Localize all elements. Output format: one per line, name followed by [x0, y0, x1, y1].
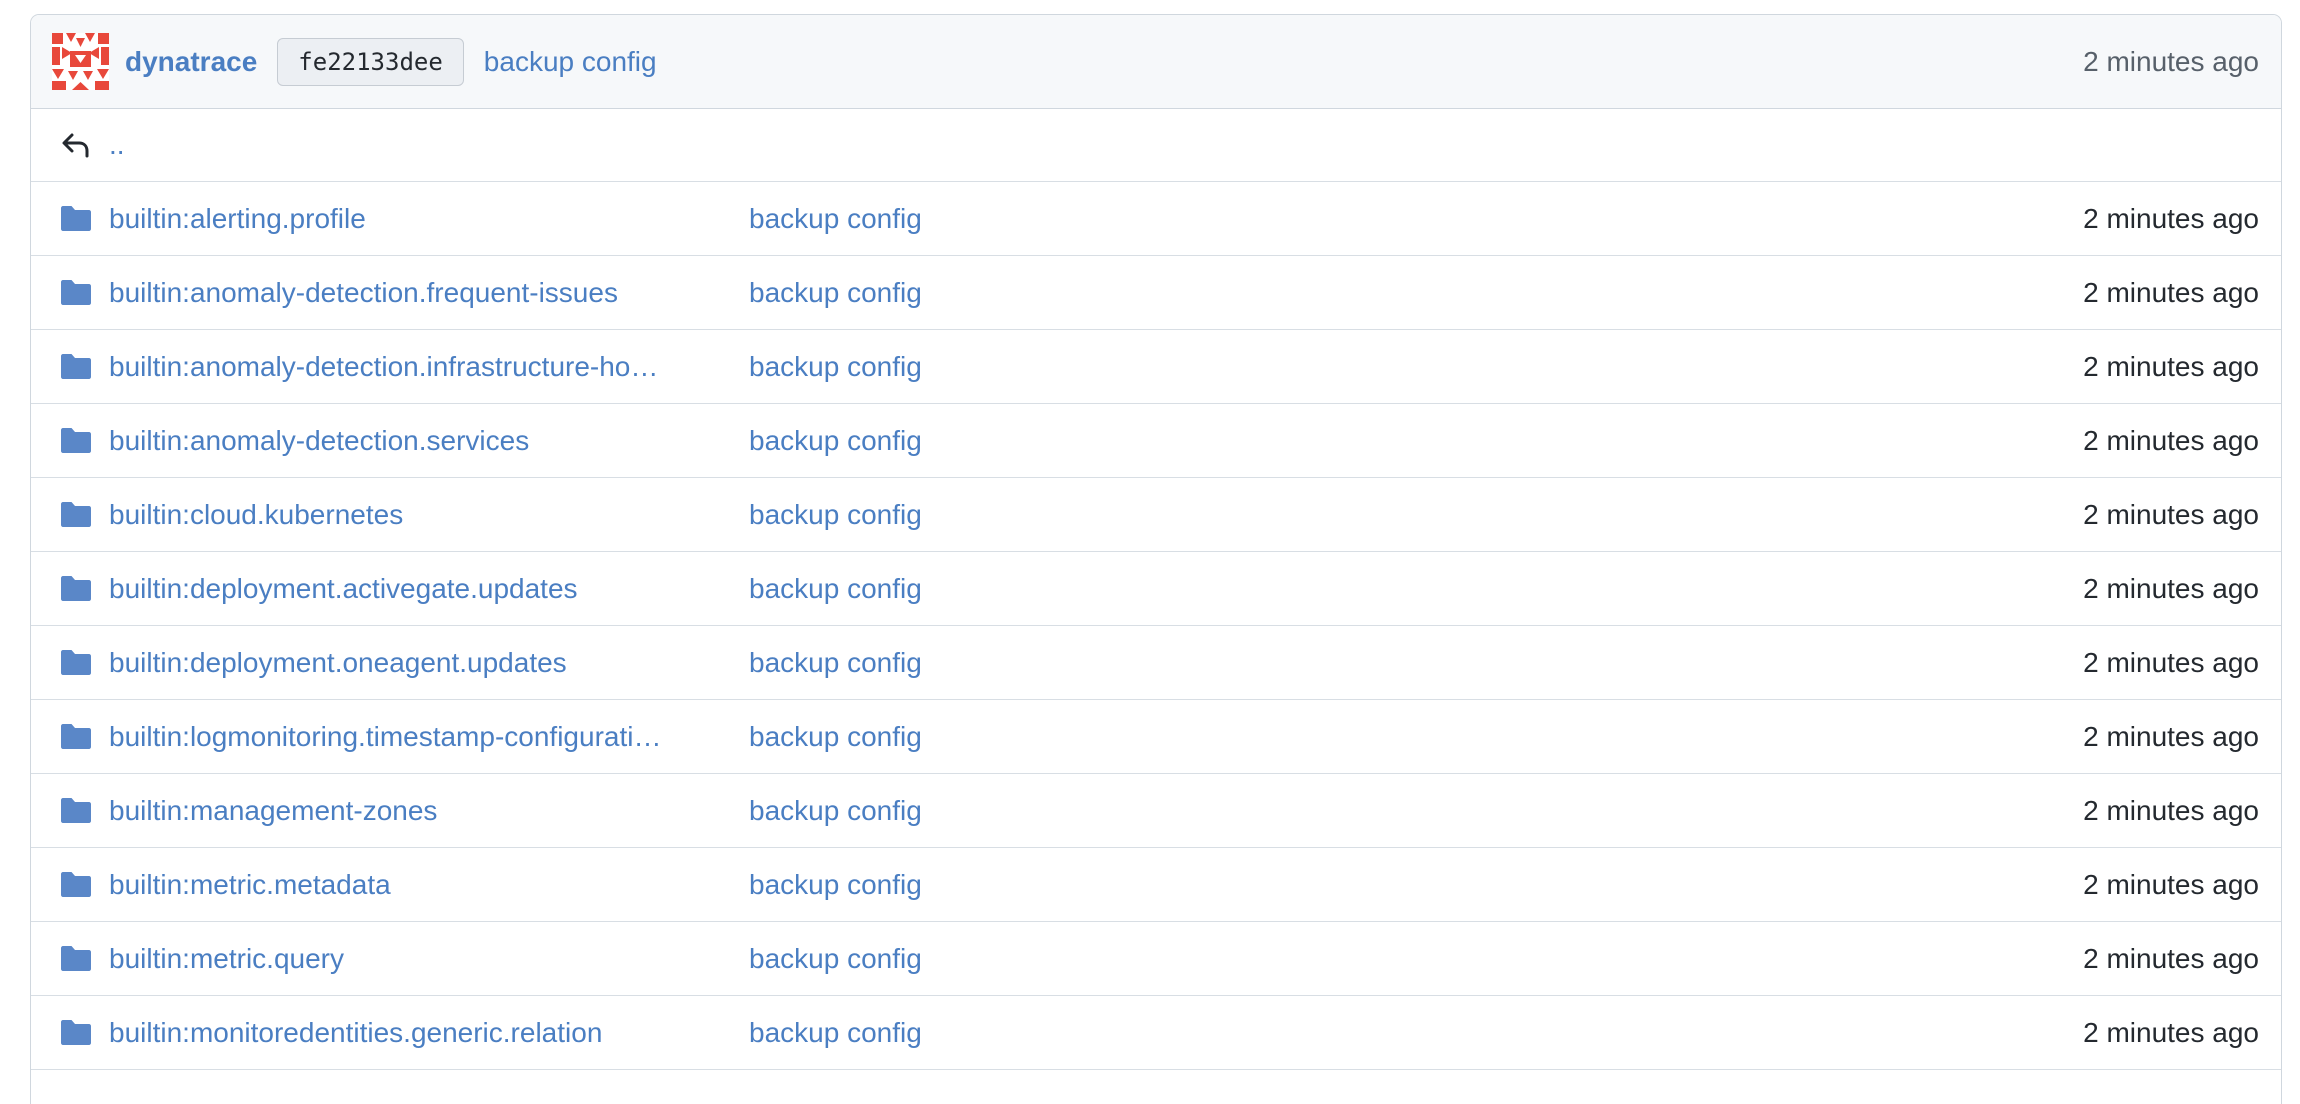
folder-name-link[interactable]: builtin:logmonitoring.timestamp-configur… [109, 721, 699, 753]
commit-time: 2 minutes ago [2083, 794, 2259, 826]
dynatrace-avatar[interactable] [52, 33, 109, 90]
commit-message-link[interactable]: backup config [749, 721, 922, 753]
commit-message-link[interactable]: backup config [749, 351, 922, 383]
commit-time: 2 minutes ago [2083, 646, 2259, 678]
commit-time: 2 minutes ago [2083, 498, 2259, 530]
folder-name-link[interactable]: builtin:anomaly-detection.infrastructure… [109, 351, 699, 383]
folder-icon [59, 646, 93, 680]
folder-name-link[interactable]: builtin:metric.metadata [109, 869, 699, 901]
table-row[interactable]: builtin:monitoredentities.generic.relati… [31, 996, 2281, 1070]
table-row[interactable]: builtin:anomaly-detection.infrastructure… [31, 330, 2281, 404]
folder-name-link[interactable]: builtin:monitoredentities.generic.relati… [109, 1017, 699, 1049]
table-row[interactable]: builtin:deployment.oneagent.updates backu… [31, 626, 2281, 700]
folder-icon [59, 350, 93, 384]
latest-commit-header: dynatrace fe22133dee backup config 2 min… [31, 15, 2281, 109]
commit-message-link[interactable]: backup config [749, 425, 922, 457]
table-row[interactable]: builtin:anomaly-detection.frequent-issue… [31, 256, 2281, 330]
folder-name-link[interactable]: builtin:anomaly-detection.services [109, 425, 699, 457]
reply-arrow-icon [59, 128, 93, 162]
table-row[interactable]: builtin:deployment.activegate.updates bac… [31, 552, 2281, 626]
commit-message-link[interactable]: backup config [749, 943, 922, 975]
commit-time: 2 minutes ago [2083, 868, 2259, 900]
parent-directory-link[interactable]: .. [109, 129, 125, 161]
table-row[interactable]: builtin:logmonitoring.timestamp-configur… [31, 700, 2281, 774]
folder-name-link[interactable]: builtin:management-zones [109, 795, 699, 827]
folder-icon [59, 1016, 93, 1050]
commit-message-link[interactable]: backup config [749, 573, 922, 605]
table-row[interactable]: builtin:cloud.kubernetes backup config 2 m… [31, 478, 2281, 552]
commit-message-link[interactable]: backup config [749, 795, 922, 827]
file-list-panel: dynatrace fe22133dee backup config 2 min… [30, 14, 2282, 1104]
commit-message-link[interactable]: backup config [749, 1017, 922, 1049]
folder-icon [59, 942, 93, 976]
commit-author-link[interactable]: dynatrace [125, 46, 257, 78]
commit-time: 2 minutes ago [2083, 720, 2259, 752]
folder-icon [59, 720, 93, 754]
folder-icon [59, 572, 93, 606]
parent-directory-row[interactable]: .. [31, 109, 2281, 182]
folder-name-link[interactable]: builtin:deployment.oneagent.updates [109, 647, 699, 679]
folder-name-link[interactable]: builtin:deployment.activegate.updates [109, 573, 699, 605]
commit-message-link[interactable]: backup config [749, 203, 922, 235]
folder-name-link[interactable]: builtin:anomaly-detection.frequent-issue… [109, 277, 699, 309]
table-row[interactable]: builtin:metric.metadata backup config 2 mi… [31, 848, 2281, 922]
folder-name-link[interactable]: builtin:metric.query [109, 943, 699, 975]
commit-time: 2 minutes ago [2083, 350, 2259, 382]
commit-time: 2 minutes ago [2083, 1016, 2259, 1048]
folder-icon [59, 794, 93, 828]
folder-icon [59, 498, 93, 532]
commit-sha-button[interactable]: fe22133dee [277, 37, 464, 86]
folder-name-link[interactable]: builtin:alerting.profile [109, 203, 699, 235]
folder-icon [59, 424, 93, 458]
commit-message-link[interactable]: backup config [749, 869, 922, 901]
table-row[interactable]: builtin:alerting.profile backup config 2 m… [31, 182, 2281, 256]
commit-time: 2 minutes ago [2083, 572, 2259, 604]
folder-icon [59, 276, 93, 310]
folder-icon [59, 868, 93, 902]
commit-time: 2 minutes ago [2083, 276, 2259, 308]
table-row[interactable]: builtin:management-zones backup config 2 m… [31, 774, 2281, 848]
table-row[interactable]: builtin:anomaly-detection.services backup… [31, 404, 2281, 478]
commit-time: 2 minutes ago [2083, 424, 2259, 456]
table-row[interactable]: builtin:metric.query backup config 2 minut… [31, 922, 2281, 996]
commit-time: 2 minutes ago [2083, 45, 2259, 77]
commit-message-link[interactable]: backup config [484, 46, 657, 78]
commit-message-link[interactable]: backup config [749, 277, 922, 309]
file-rows: builtin:alerting.profile backup config 2 m… [31, 182, 2281, 1070]
folder-icon [59, 202, 93, 236]
commit-message-link[interactable]: backup config [749, 647, 922, 679]
commit-message-link[interactable]: backup config [749, 499, 922, 531]
commit-time: 2 minutes ago [2083, 942, 2259, 974]
folder-name-link[interactable]: builtin:cloud.kubernetes [109, 499, 699, 531]
commit-time: 2 minutes ago [2083, 202, 2259, 234]
